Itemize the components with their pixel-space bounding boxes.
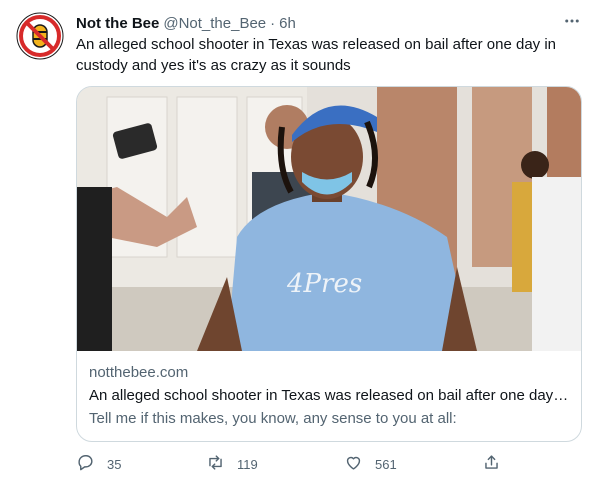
header-separator: · [270,14,276,32]
retweet-icon [206,453,225,475]
tweet[interactable]: Not the Bee @Not_the_Bee · 6h An alleged… [0,0,598,484]
more-icon [563,12,581,35]
card-meta: notthebee.com An alleged school shooter … [77,352,581,429]
author-handle[interactable]: @Not_the_Bee [163,15,266,32]
like-icon [344,453,363,475]
tweet-time[interactable]: 6h [279,15,296,32]
tweet-text: An alleged school shooter in Texas was r… [76,36,557,74]
tweet-actions: 35 119 561 [76,452,516,476]
retweet-button[interactable]: 119 [206,452,258,476]
more-button[interactable] [561,12,583,34]
reply-button[interactable]: 35 [76,452,121,476]
share-button[interactable] [482,452,501,476]
card-title: An alleged school shooter in Texas was r… [89,387,569,404]
link-card[interactable]: 4Pres notthebee.com An alleged school sh… [76,86,582,442]
retweet-count: 119 [237,456,258,472]
card-description: Tell me if this makes, you know, any sen… [89,410,457,427]
avatar[interactable] [16,12,64,60]
shirt-text: 4Pres [286,269,362,299]
reply-icon [76,453,95,475]
share-icon [482,453,501,475]
tweet-header: Not the Bee @Not_the_Bee · 6h [76,13,296,33]
card-domain: notthebee.com [89,364,189,381]
like-count: 561 [375,456,397,472]
reply-count: 35 [107,456,122,472]
card-image[interactable]: 4Pres [77,87,581,351]
like-button[interactable]: 561 [344,452,397,476]
author-display-name[interactable]: Not the Bee [76,15,159,32]
